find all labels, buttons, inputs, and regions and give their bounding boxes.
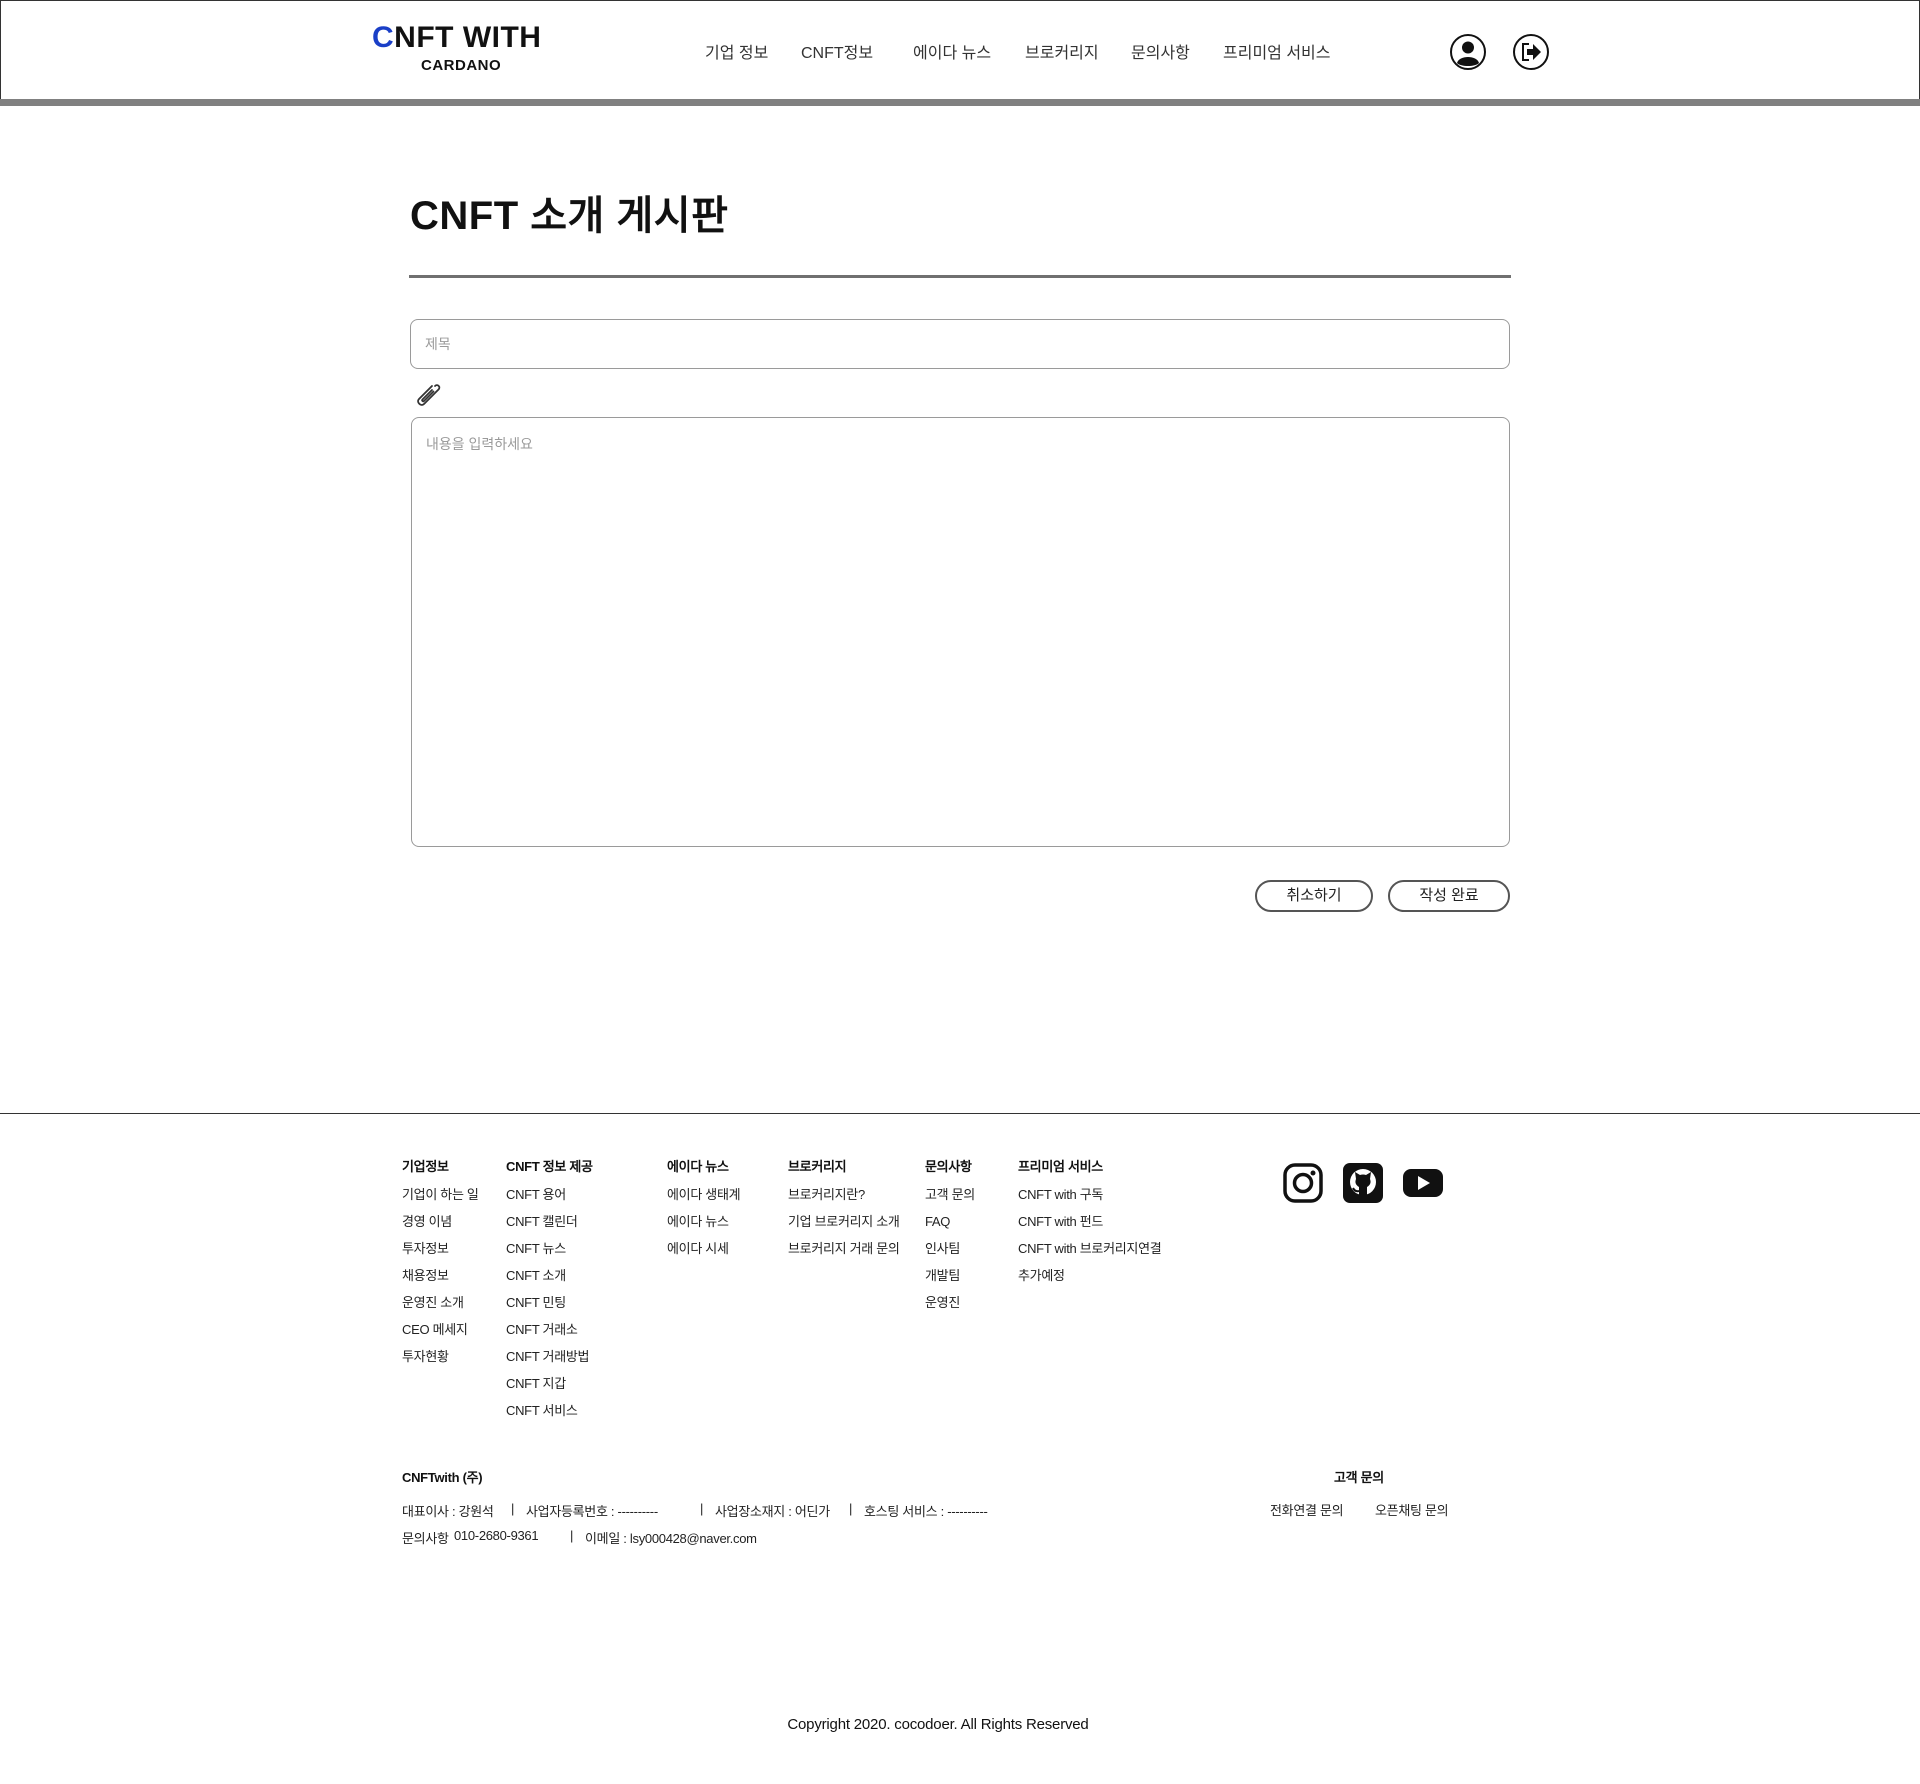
footer-link[interactable]: 기업 브로커리지 소개 [788, 1214, 900, 1241]
footer-link[interactable]: 에이다 생태계 [667, 1187, 741, 1214]
phone-support-link[interactable]: 전화연결 문의 [1270, 1500, 1344, 1519]
footer-link[interactable]: 운영진 [925, 1295, 975, 1322]
footer-column-brokerage: 브로커리지 브로커리지란? 기업 브로커리지 소개 브로커리지 거래 문의 [788, 1160, 900, 1268]
footer-divider [0, 1113, 1920, 1114]
footer-heading: 문의사항 [925, 1159, 972, 1174]
footer-link[interactable]: 에이다 뉴스 [667, 1214, 740, 1241]
logo-title: CNFT WITH [372, 21, 541, 55]
footer-link[interactable]: CNFT 지갑 [506, 1376, 593, 1403]
footer-link[interactable]: 투자정보 [402, 1241, 479, 1268]
logo-subtitle: CARDANO [421, 57, 502, 74]
submit-button[interactable]: 작성 완료 [1388, 880, 1510, 912]
ceo-info: 대표이사 : 강원석 [402, 1504, 494, 1519]
phone-label: 문의사항 [402, 1531, 449, 1546]
logo[interactable]: CNFT WITH CARDANO [372, 21, 541, 74]
footer-link[interactable]: CNFT 뉴스 [506, 1241, 593, 1268]
separator: | [570, 1528, 574, 1543]
footer-column-ada-news: 에이다 뉴스 에이다 생태계 에이다 뉴스 에이다 시세 [667, 1159, 741, 1268]
footer-heading: 프리미엄 서비스 [1018, 1159, 1103, 1174]
footer-link[interactable]: 고객 문의 [925, 1187, 975, 1214]
footer-link[interactable]: 개발팀 [925, 1268, 975, 1295]
footer-heading: 에이다 뉴스 [667, 1159, 729, 1174]
nav-brokerage[interactable]: 브로커리지 [1025, 39, 1099, 63]
footer-heading: 브로커리지 [788, 1159, 847, 1174]
footer-link[interactable]: CNFT 서비스 [506, 1403, 593, 1430]
user-icon[interactable] [1449, 33, 1487, 71]
nav-premium-service[interactable]: 프리미엄 서비스 [1223, 39, 1331, 63]
footer-link[interactable]: 추가예정 [1018, 1268, 1161, 1295]
footer-link[interactable]: 운영진 소개 [402, 1295, 479, 1322]
business-number: 사업자등록번호 : ---------- [526, 1504, 658, 1519]
copyright: Copyright 2020. cocodoer. All Rights Res… [787, 1716, 1089, 1733]
open-chat-support-link[interactable]: 오픈채팅 문의 [1375, 1500, 1449, 1519]
nav-cnft-info[interactable]: CNFT정보 [801, 39, 873, 63]
footer-link[interactable]: CNFT 민팅 [506, 1295, 593, 1322]
footer-heading: 기업정보 [402, 1159, 449, 1174]
title-divider [409, 275, 1511, 278]
cancel-button[interactable]: 취소하기 [1255, 880, 1373, 912]
instagram-icon[interactable] [1282, 1162, 1324, 1204]
footer-link[interactable]: CEO 메세지 [402, 1322, 479, 1349]
footer-link[interactable]: CNFT 용어 [506, 1187, 593, 1214]
footer-column-inquiry: 문의사항 고객 문의 FAQ 인사팀 개발팀 운영진 [925, 1160, 975, 1322]
business-address: 사업장소재지 : 어딘가 [715, 1504, 830, 1519]
footer-link[interactable]: 경영 이념 [402, 1214, 479, 1241]
logo-accent-letter: C [372, 21, 395, 54]
phone-number: 010-2680-9361 [454, 1528, 539, 1543]
github-icon[interactable] [1342, 1162, 1384, 1204]
footer-link[interactable]: 기업이 하는 일 [402, 1187, 479, 1214]
footer-link[interactable]: CNFT 소개 [506, 1268, 593, 1295]
youtube-icon[interactable] [1402, 1162, 1444, 1204]
footer-link[interactable]: 채용정보 [402, 1268, 479, 1295]
footer-link[interactable]: CNFT with 브로커리지연결 [1018, 1241, 1162, 1268]
nav-inquiry[interactable]: 문의사항 [1131, 39, 1190, 63]
footer-link[interactable]: FAQ [925, 1214, 975, 1241]
nav-company-info[interactable]: 기업 정보 [705, 39, 768, 63]
footer-link[interactable]: 브로커리지 거래 문의 [788, 1241, 900, 1268]
logout-icon[interactable] [1512, 33, 1550, 71]
nav-ada-news[interactable]: 에이다 뉴스 [913, 39, 991, 63]
footer-link[interactable]: CNFT with 펀드 [1018, 1214, 1161, 1241]
separator: | [700, 1501, 704, 1516]
footer-link[interactable]: 투자현황 [402, 1349, 479, 1376]
footer-link[interactable]: 에이다 시세 [667, 1241, 740, 1268]
hosting-info: 호스팅 서비스 : ---------- [864, 1504, 988, 1519]
footer-heading: CNFT 정보 제공 [506, 1159, 593, 1174]
footer-column-company: 기업정보 기업이 하는 일 경영 이념 투자정보 채용정보 운영진 소개 CEO… [402, 1160, 479, 1376]
separator: | [511, 1501, 515, 1516]
page-title: CNFT 소개 게시판 [410, 194, 729, 238]
post-content-textarea[interactable] [411, 417, 1510, 847]
email-info: 이메일 : lsy000428@naver.com [585, 1531, 757, 1546]
footer-link[interactable]: CNFT with 구독 [1018, 1187, 1161, 1214]
footer-link[interactable]: CNFT 캘린더 [506, 1214, 593, 1241]
site-header: CNFT WITH CARDANO 기업 정보 CNFT정보 에이다 뉴스 브로… [0, 0, 1920, 99]
company-name: CNFTwith (주) [402, 1470, 483, 1485]
footer-link[interactable]: CNFT 거래방법 [506, 1349, 593, 1376]
paperclip-icon[interactable] [413, 380, 443, 410]
footer-column-cnft-info: CNFT 정보 제공 CNFT 용어 CNFT 캘린더 CNFT 뉴스 CNFT… [506, 1160, 593, 1430]
support-title: 고객 문의 [1334, 1470, 1384, 1485]
footer-link[interactable]: 인사팀 [925, 1241, 975, 1268]
logo-title-text: NFT WITH [394, 21, 542, 54]
footer-column-premium: 프리미엄 서비스 CNFT with 구독 CNFT with 펀드 CNFT … [1018, 1159, 1162, 1295]
separator: | [849, 1501, 853, 1516]
header-divider [0, 99, 1920, 106]
post-title-input[interactable] [410, 319, 1510, 369]
footer-link[interactable]: CNFT 거래소 [506, 1322, 593, 1349]
footer-link[interactable]: 브로커리지란? [788, 1187, 900, 1214]
